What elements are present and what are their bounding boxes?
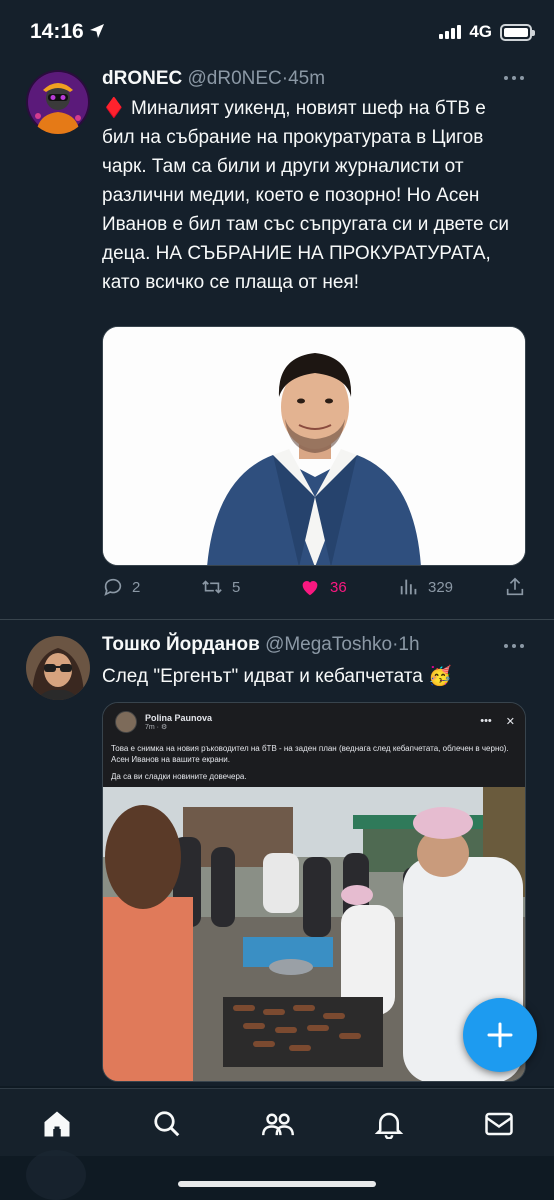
avatar[interactable] — [26, 70, 90, 134]
fb-text-line: Това е снимка на новия ръководител на бТ… — [111, 744, 509, 764]
fb-controls: ••• ✕ — [480, 715, 515, 728]
more-icon[interactable] — [504, 644, 526, 650]
nav-notifications[interactable] — [374, 1109, 404, 1140]
compose-tweet-button[interactable] — [463, 998, 537, 1072]
display-name[interactable]: Тошко Йорданов — [102, 634, 260, 655]
tweet-text: ♦️ Миналият уикенд, новият шеф на бТВ е … — [102, 94, 522, 297]
tweet-body: Миналият уикенд, новият шеф на бТВ е бил… — [102, 98, 509, 293]
reply-count: 2 — [132, 578, 141, 596]
fb-text-line: Да са ви сладки новините довечера. — [111, 772, 247, 781]
views-button[interactable]: 329 — [398, 576, 453, 598]
home-icon — [44, 1111, 70, 1137]
status-indicators: 4G — [439, 22, 535, 42]
retweet-button[interactable]: 5 — [200, 576, 240, 598]
timestamp: 1h — [398, 634, 420, 655]
nav-messages[interactable] — [484, 1109, 514, 1139]
compose-plus-icon — [487, 1022, 513, 1048]
navigation-arrow-icon — [90, 24, 104, 38]
views-count: 329 — [428, 578, 454, 596]
reply-button[interactable]: 2 — [102, 576, 140, 598]
fb-time: 7m · ⚙ — [145, 724, 168, 731]
next-tweet-avatar-peek — [26, 1150, 86, 1200]
tweet-text: След "Ергенът" идват и кебапчетата 🥳 — [102, 662, 522, 691]
fb-avatar — [115, 711, 137, 733]
man-portrait-image — [103, 327, 525, 565]
tweet-body: След "Ергенът" идват и кебапчетата — [102, 666, 423, 687]
like-count: 36 — [330, 578, 347, 596]
tweet[interactable]: dRONEC @dR0NEC·45m ♦️ Миналият уикенд, н… — [0, 62, 554, 618]
tweet-actions: 2 5 36 329 — [102, 576, 526, 606]
status-bar: 14:16 4G — [0, 0, 554, 66]
views-icon — [400, 579, 417, 595]
tweet-header: dRONEC @dR0NEC·45m — [102, 66, 494, 92]
retweet-icon — [202, 580, 222, 594]
fb-author: Polina Paunova — [145, 713, 213, 723]
fb-more-icon: ••• — [480, 715, 492, 727]
reply-icon — [104, 578, 122, 596]
diamond-emoji: ♦️ — [102, 98, 126, 119]
messages-icon — [485, 1112, 513, 1136]
fb-close-icon: ✕ — [505, 716, 515, 728]
tweet-image[interactable]: Polina Paunova 7m · ⚙ ••• ✕ Това е снимк… — [102, 702, 526, 1082]
nav-home[interactable] — [42, 1109, 72, 1139]
like-button[interactable]: 36 — [298, 576, 347, 598]
display-name[interactable]: dRONEC — [102, 68, 182, 89]
search-icon — [154, 1111, 180, 1137]
battery-icon — [500, 23, 535, 41]
heart-icon — [302, 581, 318, 596]
fb-post-text: Това е снимка на новия ръководител на бТ… — [111, 743, 511, 788]
tweet-image[interactable] — [102, 326, 526, 566]
status-time: 14:16 — [30, 20, 84, 43]
more-icon[interactable] — [504, 76, 526, 82]
tweet-header: Тошко Йорданов @MegaToshko·1h — [102, 632, 494, 658]
share-button[interactable] — [504, 576, 526, 598]
home-indicator[interactable] — [178, 1181, 376, 1187]
share-icon — [506, 577, 524, 596]
fb-post-header: Polina Paunova 7m · ⚙ — [115, 711, 212, 733]
party-face-emoji: 🥳 — [428, 666, 452, 687]
nav-communities[interactable] — [262, 1109, 294, 1139]
nav-search[interactable] — [152, 1109, 182, 1139]
handle[interactable]: @MegaToshko — [265, 634, 392, 655]
bottom-navigation — [0, 1088, 554, 1156]
network-type: 4G — [469, 22, 492, 41]
notifications-icon — [374, 1112, 404, 1140]
signal-icon — [439, 25, 462, 39]
handle[interactable]: @dR0NEC — [188, 68, 282, 89]
communities-icon — [262, 1113, 294, 1136]
retweet-count: 5 — [232, 578, 241, 596]
avatar[interactable] — [26, 636, 90, 700]
embedded-facebook-screenshot: Polina Paunova 7m · ⚙ ••• ✕ Това е снимк… — [103, 703, 525, 1081]
timestamp: 45m — [288, 68, 326, 89]
